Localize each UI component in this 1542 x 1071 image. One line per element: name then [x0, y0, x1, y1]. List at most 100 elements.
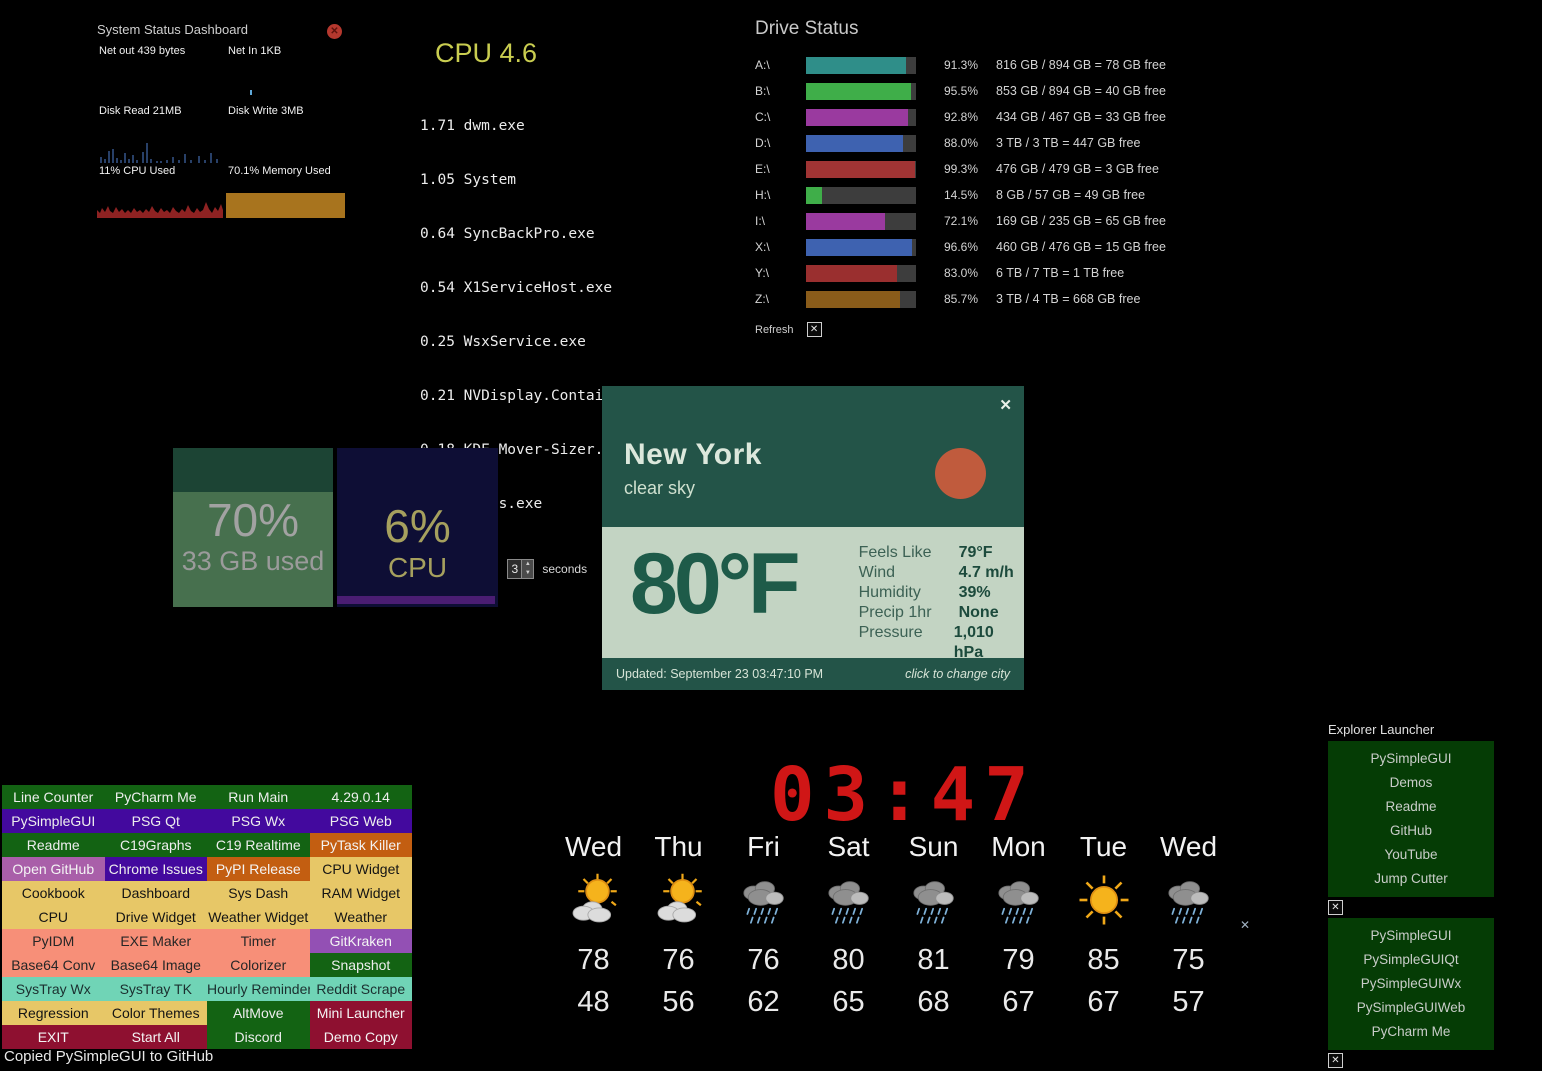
- seconds-label: seconds: [542, 562, 587, 576]
- launcher-button[interactable]: Hourly Reminder: [207, 977, 310, 1001]
- launcher-button[interactable]: CPU: [2, 905, 105, 929]
- launcher-button[interactable]: Line Counter: [2, 785, 105, 809]
- explorer-item[interactable]: PyCharm Me: [1328, 1020, 1494, 1044]
- high-temp: 76: [721, 944, 806, 977]
- explorer-item[interactable]: GitHub: [1328, 819, 1494, 843]
- launcher-button[interactable]: Cookbook: [2, 881, 105, 905]
- launcher-button[interactable]: SysTray Wx: [2, 977, 105, 1001]
- drive-bar-fill: [806, 213, 885, 230]
- drive-row: I:\ 72.1% 169 GB / 235 GB = 65 GB free: [755, 208, 1185, 234]
- drive-row: Z:\ 85.7% 3 TB / 4 TB = 668 GB free: [755, 286, 1185, 312]
- launcher-button[interactable]: PyPI Release: [207, 857, 310, 881]
- launcher-button[interactable]: Drive Widget: [105, 905, 208, 929]
- forecast-day: Sun 81 68: [891, 828, 976, 1019]
- forecast-day: Thu 76 56: [636, 828, 721, 1019]
- explorer-item[interactable]: PySimpleGUI: [1328, 747, 1494, 771]
- launcher-button[interactable]: PSG Web: [310, 809, 413, 833]
- drive-detail: 3 TB / 3 TB = 447 GB free: [996, 136, 1140, 150]
- explorer-item[interactable]: YouTube: [1328, 843, 1494, 867]
- exit-button[interactable]: EXIT: [2, 1025, 105, 1049]
- launcher-button[interactable]: Snapshot: [310, 953, 413, 977]
- launcher-button[interactable]: Readme: [2, 833, 105, 857]
- detail-value: 39%: [959, 583, 991, 603]
- launcher-button[interactable]: PyIDM: [2, 929, 105, 953]
- refresh-checkbox[interactable]: [807, 322, 822, 337]
- spinner-up-icon[interactable]: [522, 560, 533, 569]
- explorer-item[interactable]: Readme: [1328, 795, 1494, 819]
- launcher-button[interactable]: GitKraken: [310, 929, 413, 953]
- close-icon[interactable]: [999, 396, 1012, 414]
- launcher-button[interactable]: SysTray TK: [105, 977, 208, 1001]
- update-interval-spinner[interactable]: 3: [507, 559, 534, 579]
- launcher-button[interactable]: C19 Realtime: [207, 833, 310, 857]
- launcher-button[interactable]: PyCharm Me: [105, 785, 208, 809]
- high-temp: 76: [636, 944, 721, 977]
- drive-bar-track: [806, 161, 916, 178]
- launcher-button[interactable]: Weather Widget: [207, 905, 310, 929]
- explorer-close-checkbox[interactable]: [1328, 1053, 1343, 1068]
- launcher-button[interactable]: EXE Maker: [105, 929, 208, 953]
- explorer-item[interactable]: Demos: [1328, 771, 1494, 795]
- high-temp: 79: [976, 944, 1061, 977]
- launcher-button[interactable]: Start All: [105, 1025, 208, 1049]
- explorer-item[interactable]: PySimpleGUIQt: [1328, 948, 1494, 972]
- explorer-close-checkbox[interactable]: [1328, 900, 1343, 915]
- weather-widget[interactable]: New York clear sky 80°F Feels Like79°F W…: [602, 386, 1024, 690]
- explorer-item[interactable]: Jump Cutter: [1328, 867, 1494, 891]
- spinner-down-icon[interactable]: [522, 569, 533, 578]
- launcher-button[interactable]: Reddit Scrape: [310, 977, 413, 1001]
- cpu-tile[interactable]: 6% CPU: [337, 448, 498, 607]
- drive-bar-fill: [806, 239, 912, 256]
- launcher-button[interactable]: RAM Widget: [310, 881, 413, 905]
- version-label: 4.29.0.14: [310, 785, 413, 809]
- drive-bar-track: [806, 213, 916, 230]
- launcher-button[interactable]: C19Graphs: [105, 833, 208, 857]
- drive-bar-track: [806, 265, 916, 282]
- launcher-button[interactable]: Colorizer: [207, 953, 310, 977]
- launcher-button[interactable]: Demo Copy: [310, 1025, 413, 1049]
- launcher-button[interactable]: Base64 Conv: [2, 953, 105, 977]
- detail-value: None: [959, 603, 999, 623]
- launcher-button[interactable]: PSG Wx: [207, 809, 310, 833]
- launcher-button[interactable]: Regression: [2, 1001, 105, 1025]
- launcher-button[interactable]: Base64 Image: [105, 953, 208, 977]
- launcher-button[interactable]: Discord: [207, 1025, 310, 1049]
- forecast-day: Mon 79 67: [976, 828, 1061, 1019]
- ram-tile-header-band: [173, 448, 333, 492]
- explorer-item[interactable]: PySimpleGUIWeb: [1328, 996, 1494, 1020]
- launcher-button[interactable]: PyTask Killer: [310, 833, 413, 857]
- close-icon[interactable]: [1240, 918, 1250, 932]
- launcher-button[interactable]: PySimpleGUI: [2, 809, 105, 833]
- detail-value: 4.7 m/h: [959, 563, 1014, 583]
- drive-letter: H:\: [755, 188, 806, 202]
- cpu-label: CPU: [337, 552, 498, 584]
- spinner-value: 3: [508, 560, 521, 578]
- ram-percent: 70%: [173, 494, 333, 546]
- launcher-button[interactable]: Mini Launcher: [310, 1001, 413, 1025]
- launcher-button[interactable]: Run Main: [207, 785, 310, 809]
- drive-letter: X:\: [755, 240, 806, 254]
- launcher-button[interactable]: Weather: [310, 905, 413, 929]
- explorer-item[interactable]: PySimpleGUI: [1328, 924, 1494, 948]
- drive-row: B:\ 95.5% 853 GB / 894 GB = 40 GB free: [755, 78, 1185, 104]
- change-city-link[interactable]: click to change city: [905, 667, 1010, 681]
- detail-label: Pressure: [859, 623, 954, 663]
- launcher-button[interactable]: Sys Dash: [207, 881, 310, 905]
- launcher-button[interactable]: Timer: [207, 929, 310, 953]
- status-bar-text: Copied PySimpleGUI to GitHub: [4, 1048, 213, 1065]
- drive-letter: Y:\: [755, 266, 806, 280]
- launcher-button[interactable]: PSG Qt: [105, 809, 208, 833]
- close-icon[interactable]: [327, 24, 342, 39]
- drive-bar-track: [806, 291, 916, 308]
- launcher-button[interactable]: Open GitHub: [2, 857, 105, 881]
- launcher-button[interactable]: Dashboard: [105, 881, 208, 905]
- explorer-item[interactable]: PySimpleGUIWx: [1328, 972, 1494, 996]
- day-label: Thu: [636, 828, 721, 866]
- drive-status-widget: Drive Status A:\ 91.3% 816 GB / 894 GB =…: [755, 18, 1185, 337]
- launcher-button[interactable]: AltMove: [207, 1001, 310, 1025]
- launcher-button[interactable]: Chrome Issues: [105, 857, 208, 881]
- launcher-button[interactable]: CPU Widget: [310, 857, 413, 881]
- ram-tile[interactable]: 70% 33 GB used: [173, 448, 333, 607]
- cpu-widget: CPU 4.6 1.71 dwm.exe 1.05 System 0.64 Sy…: [420, 38, 720, 263]
- launcher-button[interactable]: Color Themes: [105, 1001, 208, 1025]
